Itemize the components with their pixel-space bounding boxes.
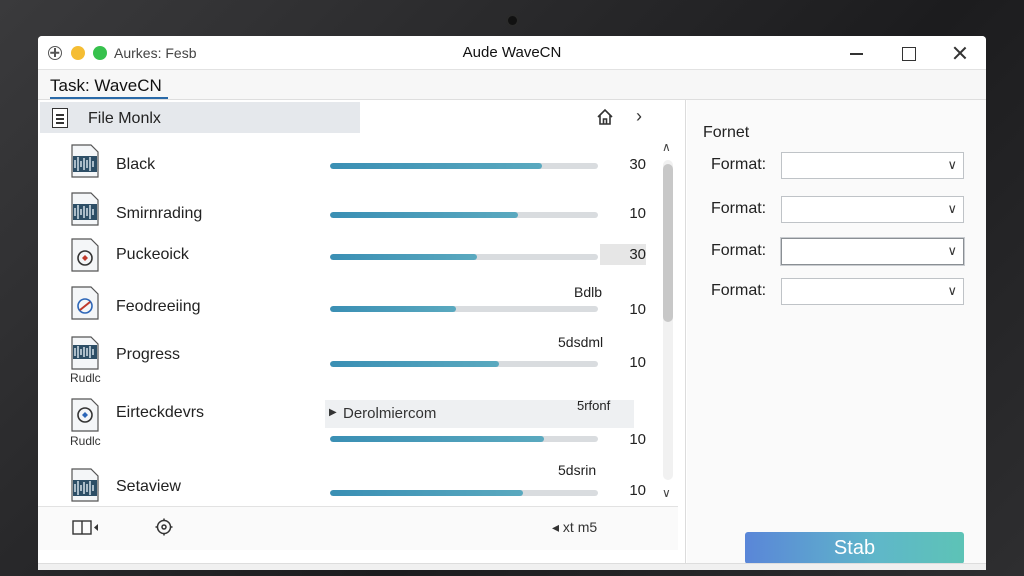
format-label: Format: (711, 156, 767, 173)
maximize-button[interactable] (893, 40, 923, 66)
item-note: 5dsdml (558, 334, 604, 350)
item-name: Setaview (116, 478, 181, 495)
settings-icon[interactable] (154, 517, 174, 537)
media-file-icon (70, 238, 100, 272)
format-panel-title: Fornet (703, 124, 750, 141)
progress-bar (330, 306, 598, 312)
home-icon[interactable] (596, 108, 614, 126)
chevron-down-icon: ∨ (947, 157, 957, 172)
format-select[interactable]: ∨ (781, 238, 964, 265)
audio-file-icon (70, 468, 100, 502)
camera-dot (508, 16, 517, 25)
format-label: Format: (711, 200, 767, 217)
item-note: 5dsrin (558, 462, 597, 478)
progress-fill (330, 163, 542, 169)
item-name: Smirnrading (116, 205, 203, 222)
close-button[interactable] (945, 40, 975, 66)
item-name: Eirteckdevrs (116, 404, 205, 421)
progress-bar (330, 436, 598, 442)
progress-fill (330, 254, 478, 260)
list-item[interactable]: 5dsrin Setaview 10 (38, 460, 658, 510)
progress-fill (330, 490, 523, 496)
vertical-scrollbar[interactable]: ∧ ∨ (658, 140, 678, 510)
item-value: 10 (629, 354, 646, 371)
format-select[interactable]: ∨ (781, 278, 964, 305)
progress-bar (330, 254, 598, 260)
item-note: Bdlb (574, 284, 603, 300)
task-bar: Task: WaveCN (38, 70, 986, 100)
media-file-icon (70, 398, 100, 432)
scroll-down-icon[interactable]: ∨ (662, 486, 671, 500)
item-name: Progress (116, 346, 181, 363)
active-tab-indicator (50, 97, 168, 99)
format-panel: Fornet Format: ∨ Format: ∨ Format: ∨ For… (687, 100, 986, 570)
audio-file-icon (70, 144, 100, 178)
chevron-down-icon: ∨ (947, 283, 957, 298)
scroll-thumb[interactable] (663, 164, 673, 322)
item-value: 30 (629, 156, 646, 173)
minimize-button[interactable] (842, 40, 872, 66)
progress-bar (330, 361, 598, 367)
footer-pagination[interactable]: ◂ xt m5 (552, 519, 597, 536)
progress-bar (330, 212, 598, 218)
progress-fill (330, 306, 456, 312)
file-header[interactable]: File Monlx (40, 102, 360, 133)
task-title[interactable]: Task: WaveCN (50, 76, 162, 96)
progress-fill (330, 436, 545, 442)
document-icon (52, 108, 68, 128)
chevron-right-icon[interactable]: › (636, 106, 642, 127)
item-value: 10 (629, 205, 646, 222)
format-label: Format: (711, 242, 767, 259)
item-value: 10 (629, 301, 646, 318)
item-subtitle: Rudlc (70, 434, 101, 448)
item-value-selected[interactable]: 30 (600, 244, 646, 265)
chevron-down-icon: ∨ (947, 243, 957, 258)
list-item[interactable]: Rudlc 5dsdml Progress 10 (38, 334, 658, 386)
window-bottom-edge (38, 563, 986, 570)
app-window: Aurkes: Fesb Aude WaveCN Task: WaveCN Fi… (38, 36, 986, 570)
panel-toggle-icon[interactable] (72, 519, 100, 537)
list-item[interactable]: Bdlb Feodreeiing 10 (38, 284, 658, 334)
format-select[interactable]: ∨ (781, 152, 964, 179)
item-name: Feodreeiing (116, 298, 201, 315)
chevron-down-icon: ∨ (947, 201, 957, 216)
audio-file-icon (70, 336, 100, 370)
stab-button[interactable]: Stab (745, 532, 964, 564)
list-item[interactable]: Black 30 (38, 140, 658, 190)
file-list: Black 30 Smirnrading 10 Puckeoick 30 Bdl… (38, 140, 658, 502)
format-label: Format: (711, 282, 767, 299)
item-note: 5rfonf (577, 398, 611, 413)
item-name: Puckeoick (116, 246, 189, 263)
item-name: Black (116, 156, 156, 173)
list-item[interactable]: Rudlc Eirteckdevrs ▶ Derolmiercom 5rfonf… (38, 398, 658, 448)
progress-bar (330, 490, 598, 496)
scroll-up-icon[interactable]: ∧ (662, 140, 671, 154)
file-title: File Monlx (88, 110, 161, 127)
subrow-label: Derolmiercom (343, 405, 437, 422)
title-bar: Aurkes: Fesb Aude WaveCN (38, 36, 986, 70)
list-item[interactable]: Puckeoick 30 (38, 236, 658, 286)
list-item[interactable]: Smirnrading 10 (38, 188, 658, 238)
audio-file-icon (70, 192, 100, 226)
progress-fill (330, 361, 499, 367)
expanded-subrow[interactable]: ▶ Derolmiercom 5rfonf (325, 398, 634, 428)
file-panel: File Monlx › Black 30 Smirnrading 10 Puc… (38, 100, 686, 570)
expand-arrow-icon[interactable]: ▶ (329, 407, 337, 418)
media-file-icon (70, 286, 100, 320)
progress-bar (330, 163, 598, 169)
file-panel-footer: ◂ xt m5 (38, 506, 678, 550)
progress-fill (330, 212, 518, 218)
item-value: 10 (629, 431, 646, 448)
item-subtitle: Rudlc (70, 371, 101, 385)
item-value: 10 (629, 482, 646, 499)
format-select[interactable]: ∨ (781, 196, 964, 223)
